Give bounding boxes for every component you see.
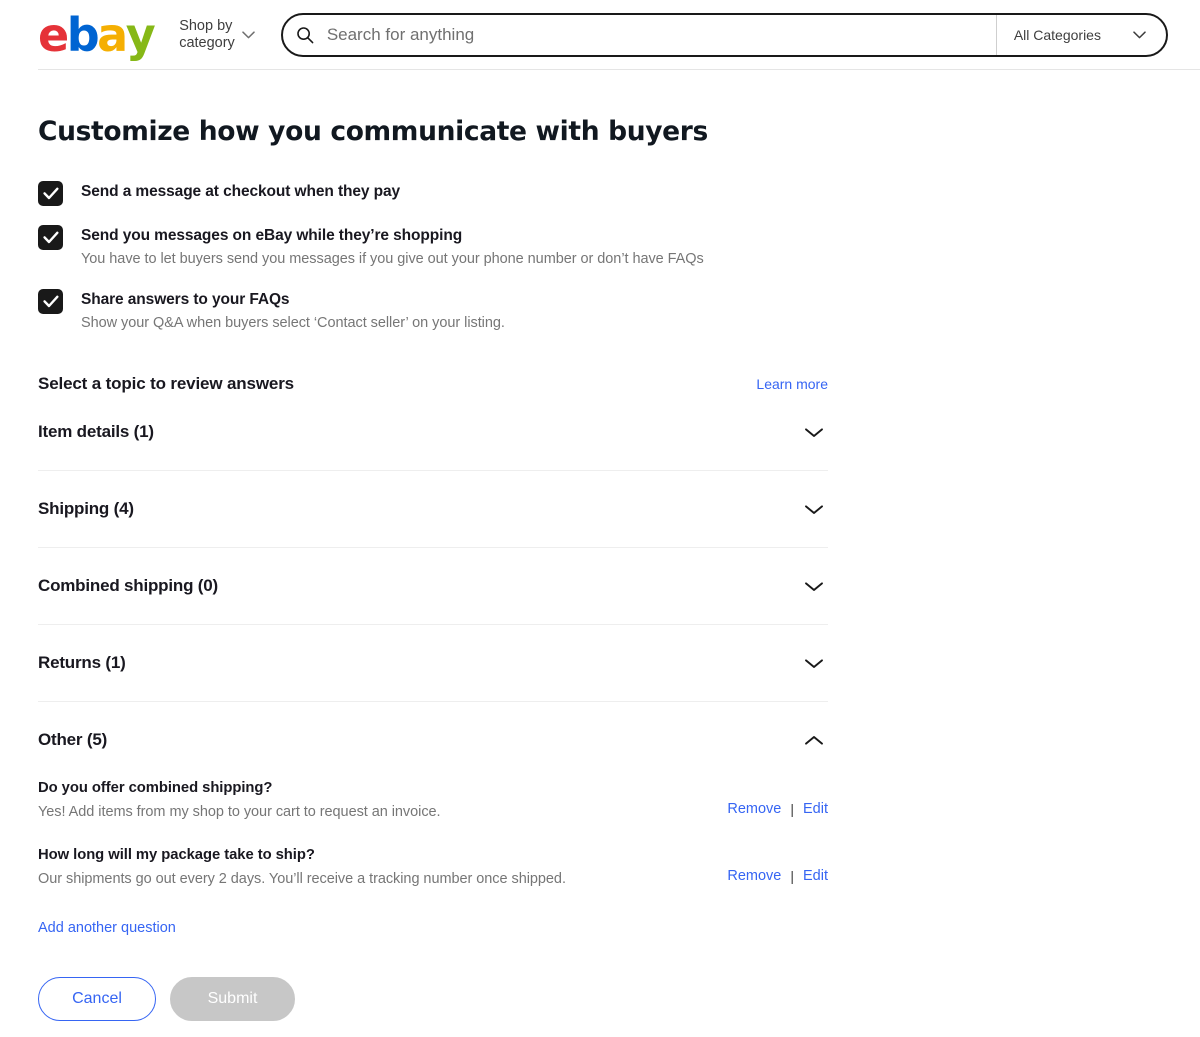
chevron-down-icon	[805, 581, 823, 591]
faq-actions: Remove | Edit	[727, 845, 828, 884]
faq-row: Do you offer combined shipping? Yes! Add …	[38, 778, 828, 823]
remove-link[interactable]: Remove	[727, 801, 781, 817]
action-separator: |	[790, 801, 794, 817]
action-separator: |	[790, 868, 794, 884]
topics-header: Select a topic to review answers Learn m…	[38, 374, 828, 394]
search-icon	[283, 26, 327, 44]
topic-section-header[interactable]: Returns (1)	[38, 625, 828, 701]
add-another-question-link[interactable]: Add another question	[38, 920, 176, 936]
preference-text: Send you messages on eBay while they’re …	[81, 224, 704, 270]
edit-link[interactable]: Edit	[803, 868, 828, 884]
preference-text: Send a message at checkout when they pay	[81, 180, 400, 202]
topic-accordion-list: Item details (1) Shipping (4) Combined shi…	[38, 394, 828, 904]
preference-label: Send you messages on eBay while they’re …	[81, 227, 463, 244]
preference-label: Send a message at checkout when they pay	[81, 183, 401, 200]
preference-description: You have to let buyers send you messages…	[81, 251, 704, 267]
topics-section: Select a topic to review answers Learn m…	[38, 374, 828, 937]
topic-section-title: Shipping (4)	[38, 499, 134, 518]
chevron-down-icon	[242, 31, 255, 39]
topic-section-title: Returns (1)	[38, 653, 126, 672]
category-select[interactable]: All Categories	[995, 15, 1166, 55]
topic-section-title: Combined shipping (0)	[38, 576, 218, 595]
topic-section: Returns (1)	[38, 625, 828, 702]
form-actions: Cancel Submit	[38, 977, 1200, 1037]
topic-section-title: Other (5)	[38, 730, 108, 749]
faq-question: How long will my package take to ship?	[38, 847, 315, 863]
logo-letter-b: b	[66, 8, 100, 62]
ebay-logo[interactable]: ebay	[38, 8, 156, 62]
preference-label: Share answers to your FAQs	[81, 291, 290, 308]
submit-button[interactable]: Submit	[170, 977, 295, 1021]
topic-section: Item details (1)	[38, 394, 828, 471]
chevron-down-icon	[1133, 31, 1146, 39]
preference-text: Share answers to your FAQs Show your Q&A …	[81, 288, 505, 334]
page-title: Customize how you communicate with buyer…	[38, 116, 708, 147]
preference-row: Share answers to your FAQs Show your Q&A …	[38, 288, 1200, 334]
site-header: ebay Shop by category All Categories	[0, 0, 1200, 70]
remove-link[interactable]: Remove	[727, 868, 781, 884]
communication-preferences-list: Send a message at checkout when they pay…	[38, 180, 1200, 334]
edit-link[interactable]: Edit	[803, 801, 828, 817]
topic-section: Other (5) Do you offer combined shipping?…	[38, 702, 828, 904]
preference-description: Show your Q&A when buyers select ‘Contac…	[81, 315, 505, 331]
topic-section: Combined shipping (0)	[38, 548, 828, 625]
cancel-button[interactable]: Cancel	[38, 977, 156, 1021]
logo-letter-a: a	[97, 8, 128, 62]
logo-letter-y: y	[125, 8, 156, 62]
topic-section-header[interactable]: Combined shipping (0)	[38, 548, 828, 624]
header-divider	[38, 69, 1200, 70]
topic-section-header[interactable]: Item details (1)	[38, 394, 828, 470]
category-select-label: All Categories	[1013, 27, 1101, 43]
chevron-down-icon	[805, 427, 823, 437]
topic-section: Shipping (4)	[38, 471, 828, 548]
checkbox-checked-1[interactable]	[38, 225, 63, 250]
shop-by-category-label: Shop by category	[179, 18, 235, 51]
faq-answer: Our shipments go out every 2 days. You’l…	[38, 871, 566, 887]
chevron-up-icon	[805, 735, 823, 745]
topic-section-header[interactable]: Other (5)	[38, 702, 828, 778]
chevron-down-icon	[805, 504, 823, 514]
search-input[interactable]	[326, 15, 996, 55]
checkbox-checked-0[interactable]	[38, 181, 63, 206]
faq-answer: Yes! Add items from my shop to your cart…	[38, 804, 441, 820]
faq-text: Do you offer combined shipping? Yes! Add …	[38, 778, 727, 823]
shop-by-category-button[interactable]: Shop by category	[179, 18, 255, 52]
topic-section-body: Do you offer combined shipping? Yes! Add …	[38, 778, 828, 904]
search-bar[interactable]: All Categories	[280, 13, 1168, 57]
faq-question: Do you offer combined shipping?	[38, 780, 273, 796]
main-content: Customize how you communicate with buyer…	[0, 116, 1200, 1037]
check-icon	[42, 295, 58, 308]
topic-section-title: Item details (1)	[38, 422, 154, 441]
checkbox-checked-2[interactable]	[38, 289, 63, 314]
topics-title: Select a topic to review answers	[38, 374, 294, 393]
logo-letter-e: e	[38, 8, 69, 62]
topic-section-header[interactable]: Shipping (4)	[38, 471, 828, 547]
learn-more-link[interactable]: Learn more	[756, 376, 828, 392]
chevron-down-icon	[805, 658, 823, 668]
preference-row: Send you messages on eBay while they’re …	[38, 224, 1200, 270]
check-icon	[42, 231, 58, 244]
preference-row: Send a message at checkout when they pay	[38, 180, 1200, 206]
faq-row: How long will my package take to ship? Ou…	[38, 845, 828, 890]
check-icon	[42, 187, 58, 200]
faq-text: How long will my package take to ship? Ou…	[38, 845, 727, 890]
faq-actions: Remove | Edit	[727, 778, 828, 817]
